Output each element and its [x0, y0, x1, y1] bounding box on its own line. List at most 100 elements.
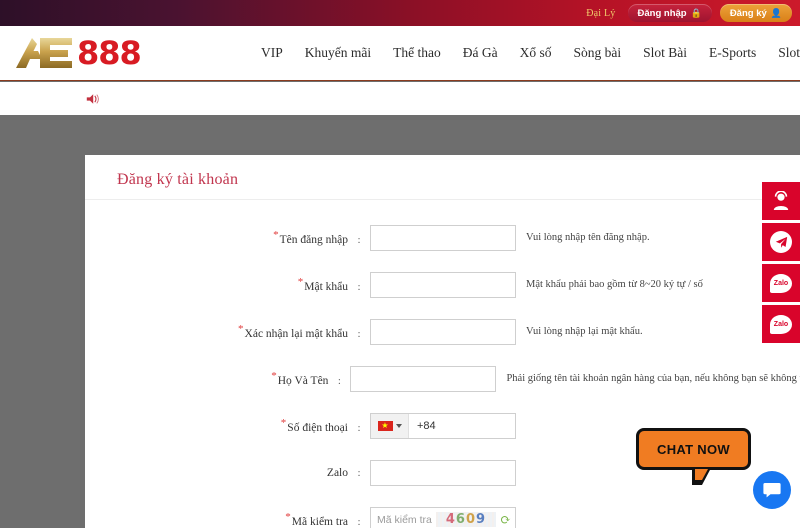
label-captcha-text: Mã kiểm tra — [291, 515, 348, 528]
label-password: *Mật khẩu: — [85, 276, 370, 293]
nav-item-e-sports[interactable]: E-Sports — [698, 45, 767, 61]
login-button-label: Đăng nhập — [637, 7, 687, 19]
chat-bubble-tail — [692, 468, 711, 485]
user-icon: 👤 — [770, 7, 782, 18]
refresh-icon[interactable]: ⟳ — [500, 513, 511, 526]
input-cell-captcha: Mã kiểm tra 4609 ⟳ — [370, 506, 516, 528]
hint-password: Mật khẩu phải bao gồm từ 8~20 ký tự / số — [526, 279, 703, 290]
nav-item-da-ga[interactable]: Đá Gà — [452, 45, 509, 61]
nav-item-vip[interactable]: VIP — [250, 45, 294, 61]
field-row-password: *Mật khẩu: Mật khẩu phải bao gồm từ 8~20… — [85, 261, 800, 308]
field-row-fullname: *Họ Và Tên: Phải giống tên tài khoản ngâ… — [85, 355, 800, 402]
speaker-icon — [86, 93, 99, 104]
phone-input-group[interactable]: ★ +84 — [370, 412, 516, 439]
vietnam-flag-icon: ★ — [377, 420, 393, 431]
captcha-digit-1: 4 — [445, 512, 456, 527]
nav-item-slot-quay[interactable]: Slot Quay — [767, 45, 800, 61]
field-row-confirm-password: *Xác nhận lại mật khẩu: Vui lòng nhập lạ… — [85, 308, 800, 355]
required-asterisk: * — [273, 229, 279, 242]
agent-link[interactable]: Đại Lý — [586, 8, 615, 19]
label-fullname: *Họ Và Tên: — [85, 370, 350, 387]
input-cell-confirm-password — [370, 318, 516, 345]
required-asterisk: * — [280, 417, 287, 430]
page-title: Đăng ký tài khoản — [85, 155, 800, 200]
password-input[interactable] — [370, 271, 516, 298]
login-button[interactable]: Đăng nhập 🔒 — [627, 4, 712, 22]
hint-confirm-password: Vui lòng nhập lại mật khẩu. — [526, 326, 643, 337]
lock-icon: 🔒 — [690, 7, 702, 18]
nav-item-khuyen-mai[interactable]: Khuyến mãi — [294, 45, 382, 61]
hint-fullname: Phải giống tên tài khoản ngân hàng của b… — [506, 373, 800, 384]
label-captcha: *Mã kiểm tra: — [85, 511, 370, 528]
label-colon: : — [357, 421, 361, 434]
captcha-input-group[interactable]: Mã kiểm tra 4609 ⟳ — [370, 506, 516, 528]
captcha-digit-3: 0 — [465, 512, 477, 527]
field-row-captcha: *Mã kiểm tra: Mã kiểm tra 4609 ⟳ — [85, 496, 800, 528]
label-colon: : — [357, 233, 361, 246]
label-username: *Tên đăng nhập: — [85, 229, 370, 246]
announcement-bar — [0, 82, 800, 115]
nav-item-song-bai[interactable]: Sòng bài — [563, 45, 633, 61]
label-colon: : — [357, 280, 361, 293]
site-header: 888 VIP Khuyến mãi Thể thao Đá Gà Xổ số … — [0, 26, 800, 81]
sticky-support-button[interactable] — [762, 182, 800, 220]
label-password-text: Mật khẩu — [304, 280, 348, 293]
input-cell-password — [370, 271, 516, 298]
chevron-down-icon — [395, 423, 402, 428]
required-asterisk: * — [297, 276, 304, 289]
hint-username: Vui lòng nhập tên đăng nhập. — [526, 232, 650, 243]
label-colon: : — [357, 466, 361, 479]
chat-now-bubble[interactable]: CHAT NOW — [636, 428, 751, 470]
input-cell-phone: ★ +84 — [370, 412, 516, 439]
sticky-zalo-button-2[interactable]: Zalo — [762, 305, 800, 343]
zalo-icon: Zalo — [770, 314, 792, 334]
sticky-zalo-button-1[interactable]: Zalo — [762, 264, 800, 302]
label-zalo-text: Zalo — [326, 466, 348, 479]
nav-item-the-thao[interactable]: Thể thao — [382, 45, 452, 61]
label-colon: : — [357, 515, 361, 528]
chat-fab-button[interactable] — [753, 471, 791, 509]
main-nav: VIP Khuyến mãi Thể thao Đá Gà Xổ số Sòng… — [250, 45, 800, 61]
telegram-icon — [770, 231, 792, 253]
label-zalo: Zalo: — [85, 467, 370, 479]
logo-ae-mark — [16, 38, 72, 68]
label-phone-text: Số điện thoại — [287, 421, 348, 434]
page-root: Đại Lý Đăng nhập 🔒 Đăng ký 👤 888 VIP Khu… — [0, 0, 800, 528]
country-select[interactable]: ★ — [371, 413, 409, 438]
zalo-icon: Zalo — [770, 273, 792, 293]
required-asterisk: * — [271, 370, 277, 383]
site-logo[interactable]: 888 — [0, 36, 250, 70]
label-fullname-text: Họ Và Tên — [277, 374, 329, 387]
captcha-digit-4: 9 — [476, 512, 487, 527]
captcha-input[interactable]: Mã kiểm tra — [377, 514, 432, 526]
support-agent-icon — [773, 191, 789, 210]
required-asterisk: * — [238, 323, 244, 336]
sticky-contact-bar: Zalo Zalo — [762, 182, 800, 346]
field-row-username: *Tên đăng nhập: Vui lòng nhập tên đăng n… — [85, 214, 800, 261]
label-username-text: Tên đăng nhập — [279, 233, 348, 246]
zalo-input[interactable] — [370, 459, 516, 486]
confirm-password-input[interactable] — [370, 318, 516, 345]
top-bar: Đại Lý Đăng nhập 🔒 Đăng ký 👤 — [0, 0, 800, 26]
phone-dial-code[interactable]: +84 — [409, 420, 515, 432]
input-cell-fullname — [350, 365, 497, 392]
register-button[interactable]: Đăng ký 👤 — [719, 4, 792, 22]
logo-number: 888 — [77, 34, 142, 72]
nav-item-slot-bai[interactable]: Slot Bài — [632, 45, 698, 61]
label-confirm-password-text: Xác nhận lại mật khẩu — [244, 327, 348, 340]
label-confirm-password: *Xác nhận lại mật khẩu: — [85, 323, 370, 340]
input-cell-zalo — [370, 459, 516, 486]
nav-item-xo-so[interactable]: Xổ số — [509, 45, 563, 61]
captcha-image: 4609 — [435, 512, 497, 527]
captcha-digit-2: 6 — [455, 512, 466, 527]
sticky-telegram-button[interactable] — [762, 223, 800, 261]
label-colon: : — [337, 374, 341, 387]
label-colon: : — [357, 327, 361, 340]
required-asterisk: * — [285, 511, 291, 524]
fullname-input[interactable] — [350, 365, 497, 392]
register-button-label: Đăng ký — [729, 7, 767, 19]
username-input[interactable] — [370, 224, 516, 251]
chat-icon — [763, 483, 781, 498]
input-cell-username — [370, 224, 516, 251]
label-phone: *Số điện thoại: — [85, 417, 370, 434]
